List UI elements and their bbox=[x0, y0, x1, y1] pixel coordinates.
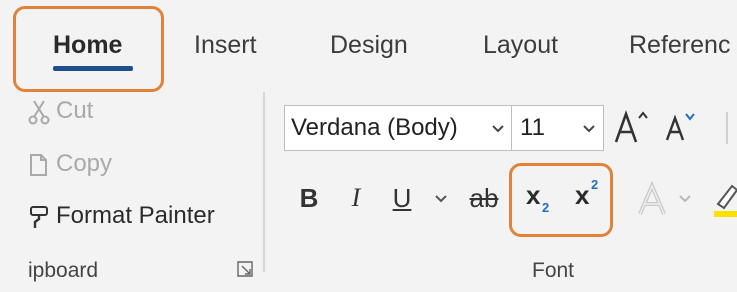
format-painter-icon bbox=[28, 204, 50, 230]
underline-button[interactable]: U bbox=[388, 178, 416, 218]
copy-button[interactable]: Copy bbox=[28, 147, 112, 181]
chevron-down-icon[interactable] bbox=[434, 194, 448, 204]
shrink-font-button[interactable] bbox=[663, 108, 701, 148]
font-name-combobox[interactable]: Verdana (Body) bbox=[284, 105, 512, 151]
text-effects-button[interactable] bbox=[635, 180, 671, 220]
tab-layout[interactable]: Layout bbox=[483, 28, 558, 62]
font-group-label: Font bbox=[532, 259, 575, 282]
tab-insert[interactable]: Insert bbox=[194, 28, 257, 62]
font-size-combobox[interactable]: 11 bbox=[512, 105, 604, 151]
format-painter-button[interactable]: Format Painter bbox=[28, 199, 215, 233]
tab-design[interactable]: Design bbox=[330, 28, 408, 62]
copy-label: Copy bbox=[56, 150, 113, 177]
toolbar-separator bbox=[726, 112, 728, 144]
cut-button[interactable]: Cut bbox=[28, 94, 93, 128]
grow-font-icon bbox=[614, 110, 648, 143]
group-divider bbox=[263, 92, 265, 272]
dialog-launcher-icon[interactable] bbox=[236, 260, 254, 278]
cut-label: Cut bbox=[56, 97, 94, 124]
shrink-font-icon bbox=[665, 113, 695, 141]
font-size-value: 11 bbox=[520, 114, 545, 141]
grow-font-button[interactable] bbox=[612, 108, 652, 148]
text-highlight-button[interactable] bbox=[704, 178, 737, 222]
home-tab-highlight bbox=[13, 6, 164, 92]
strikethrough-button[interactable]: ab bbox=[464, 178, 504, 218]
italic-button[interactable]: I bbox=[343, 178, 369, 218]
chevron-down-icon[interactable] bbox=[582, 124, 596, 134]
bold-button[interactable]: B bbox=[294, 178, 324, 218]
chevron-down-icon[interactable] bbox=[491, 124, 505, 134]
text-effects-icon bbox=[638, 180, 666, 215]
tab-references[interactable]: Referenc bbox=[629, 28, 730, 62]
font-name-value: Verdana (Body) bbox=[291, 114, 458, 141]
cut-icon bbox=[28, 99, 50, 125]
chevron-down-icon[interactable] bbox=[678, 194, 692, 204]
clipboard-group-label: ipboard bbox=[28, 259, 99, 282]
sub-superscript-highlight bbox=[509, 163, 613, 237]
format-painter-label: Format Painter bbox=[56, 202, 215, 229]
copy-icon bbox=[28, 152, 50, 178]
text-highlight-icon bbox=[714, 184, 737, 217]
